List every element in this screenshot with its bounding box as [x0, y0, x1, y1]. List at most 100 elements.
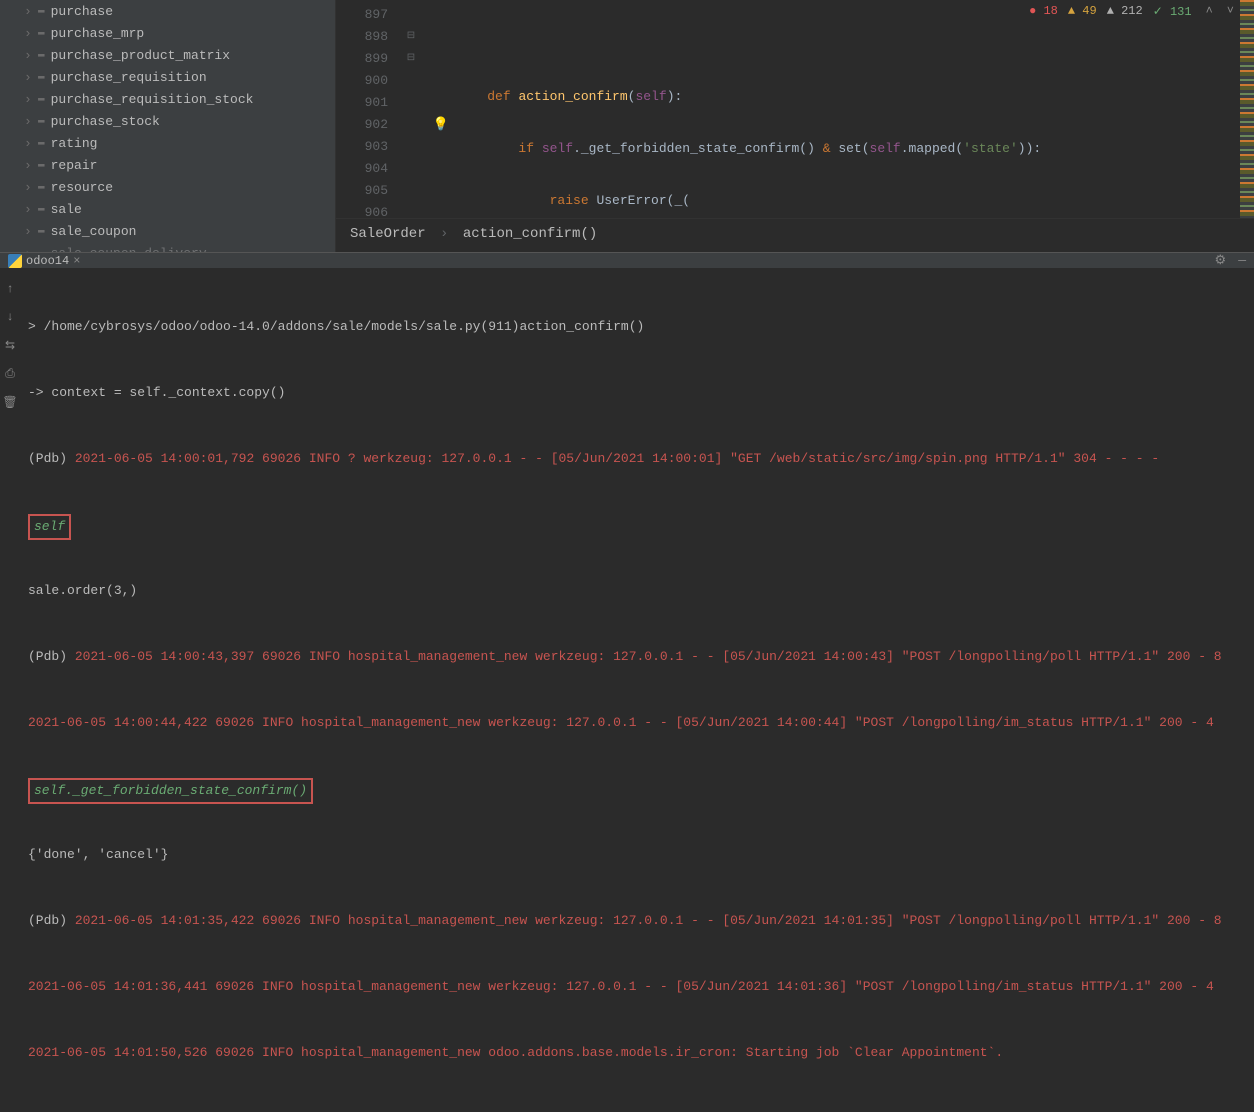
- chevron-right-icon: ›: [24, 246, 36, 253]
- terminal-panel[interactable]: ↑ ↓ ⇆ ⎙ 🗑 > /home/cybrosys/odoo/odoo-14.…: [0, 268, 1254, 1112]
- tree-item-purchase-mrp[interactable]: ›▬purchase_mrp: [0, 22, 335, 44]
- chevron-right-icon: ›: [24, 4, 36, 19]
- next-highlight-icon[interactable]: ˅: [1227, 4, 1234, 19]
- tree-label: purchase_requisition_stock: [51, 92, 254, 107]
- line-number: 901: [336, 92, 388, 114]
- terminal-line: {'done', 'cancel'}: [28, 844, 1246, 866]
- error-count[interactable]: ● 18: [1029, 4, 1058, 19]
- terminal-line: sale.order(3,): [28, 580, 1246, 602]
- tree-label: rating: [51, 136, 98, 151]
- terminal-line: 2021-06-05 14:00:44,422 69026 INFO hospi…: [28, 712, 1246, 734]
- terminal-tab-label: odoo14: [26, 254, 69, 268]
- tree-item-repair[interactable]: ›▬ repair: [0, 154, 335, 176]
- chevron-right-icon: ›: [24, 202, 36, 217]
- tree-item-purchase-requisition-stock[interactable]: ›▬ purchase_requisition_stock: [0, 88, 335, 110]
- terminal-line: 2021-06-05 14:01:36,441 69026 INFO hospi…: [28, 976, 1246, 998]
- tree-label: purchase_product_matrix: [51, 48, 230, 63]
- terminal-tab-bar[interactable]: odoo14 × ⚙ —: [0, 252, 1254, 268]
- line-number: 905: [336, 180, 388, 202]
- terminal-line: -> context = self._context.copy(): [28, 382, 1246, 404]
- chevron-right-icon: ›: [24, 158, 36, 173]
- folder-icon: ▬: [38, 49, 45, 61]
- tree-label: sale_coupon: [51, 224, 137, 239]
- tree-item-sale[interactable]: ›▬ sale: [0, 198, 335, 220]
- fold-column[interactable]: ⊟ ⊟: [396, 4, 426, 218]
- terminal-tab-odoo14[interactable]: odoo14 ×: [8, 254, 80, 268]
- print-icon[interactable]: ⎙: [5, 367, 15, 381]
- tree-label: purchase_stock: [51, 114, 160, 129]
- tree-label: sale_coupon_delivery: [51, 246, 207, 253]
- chevron-right-icon: ›: [24, 92, 36, 107]
- tree-item-purchase-requisition[interactable]: ›▬purchase_requisition: [0, 66, 335, 88]
- line-number: 903: [336, 136, 388, 158]
- gear-icon[interactable]: ⚙: [1215, 253, 1227, 268]
- line-gutter[interactable]: 897 898 899 900 901 902 903 904 905 906: [336, 4, 396, 218]
- line-number: 898: [336, 26, 388, 48]
- breadcrumb-class[interactable]: SaleOrder: [350, 226, 426, 242]
- typo-count[interactable]: ✓ 131: [1153, 4, 1192, 19]
- folder-icon: ▬: [38, 93, 45, 105]
- terminal-toolbar: ↑ ↓ ⇆ ⎙ 🗑: [0, 268, 20, 1112]
- tree-item-purchase[interactable]: ›▬ purchase: [0, 0, 335, 22]
- tree-label: purchase: [51, 4, 113, 19]
- terminal-output[interactable]: > /home/cybrosys/odoo/odoo-14.0/addons/s…: [20, 268, 1254, 1112]
- tree-item-resource[interactable]: ›▬ resource: [0, 176, 335, 198]
- prev-highlight-icon[interactable]: ˄: [1206, 4, 1213, 19]
- folder-icon: ▬: [38, 159, 45, 171]
- chevron-right-icon: ›: [24, 136, 36, 151]
- step-down-icon[interactable]: ↓: [6, 310, 13, 324]
- close-icon[interactable]: ×: [73, 254, 80, 268]
- code-editor[interactable]: ● 18 ▲ 49 ▲ 212 ✓ 131 ˄ ˅ 897 898 899 90…: [336, 0, 1254, 252]
- chevron-right-icon: ›: [24, 48, 36, 63]
- tree-item-sale-coupon-delivery[interactable]: ›▬ sale_coupon_delivery: [0, 242, 335, 252]
- highlighted-command: self._get_forbidden_state_confirm(): [28, 778, 313, 804]
- warning-count[interactable]: ▲ 49: [1068, 4, 1097, 19]
- hint-column: 💡: [426, 4, 456, 218]
- folder-icon: ▬: [38, 247, 45, 252]
- folder-icon: ▬: [38, 115, 45, 127]
- editor-breadcrumb[interactable]: SaleOrder › action_confirm(): [336, 218, 1254, 248]
- folder-icon: ▬: [38, 203, 45, 215]
- project-sidebar[interactable]: ›▬purchase ›▬purchase_mrp ›▬purchase_pro…: [0, 0, 336, 252]
- terminal-line: > /home/cybrosys/odoo/odoo-14.0/addons/s…: [28, 316, 1246, 338]
- line-number: 899: [336, 48, 388, 70]
- folder-icon: ▬: [38, 225, 45, 237]
- line-number: 902: [336, 114, 388, 136]
- inspection-status-bar[interactable]: ● 18 ▲ 49 ▲ 212 ✓ 131 ˄ ˅: [1029, 4, 1234, 19]
- terminal-line: 2021-06-05 14:01:50,526 69026 INFO hospi…: [28, 1042, 1246, 1064]
- step-up-icon[interactable]: ↑: [6, 282, 13, 296]
- code-lines[interactable]: def action_confirm(self): if self._get_f…: [456, 4, 1254, 218]
- wrap-icon[interactable]: ⇆: [5, 338, 15, 353]
- python-icon: [8, 254, 22, 268]
- tree-item-purchase-product-matrix[interactable]: ›▬ purchase_product_matrix: [0, 44, 335, 66]
- trash-icon[interactable]: 🗑: [2, 395, 17, 410]
- breadcrumb-method[interactable]: action_confirm(): [463, 226, 597, 242]
- highlighted-command: self: [28, 514, 71, 540]
- folder-icon: ▬: [38, 137, 45, 149]
- chevron-right-icon: ›: [24, 180, 36, 195]
- tree-item-sale-coupon[interactable]: ›▬ sale_coupon: [0, 220, 335, 242]
- minimize-icon[interactable]: —: [1238, 253, 1246, 268]
- tree-item-purchase-stock[interactable]: ›▬ purchase_stock: [0, 110, 335, 132]
- line-number: 900: [336, 70, 388, 92]
- fold-toggle-icon[interactable]: ⊟: [396, 48, 426, 70]
- tree-item-rating[interactable]: ›▬ rating: [0, 132, 335, 154]
- chevron-right-icon: ›: [24, 70, 36, 85]
- chevron-right-icon: ›: [24, 224, 36, 239]
- line-number: 904: [336, 158, 388, 180]
- tree-label: purchase_mrp: [51, 26, 145, 41]
- tree-label: sale: [51, 202, 82, 217]
- terminal-line: 2021-06-05 14:01:50.550 69026 INFO hospi…: [28, 1108, 1246, 1112]
- folder-icon: ▬: [38, 181, 45, 193]
- tree-label: repair: [51, 158, 98, 173]
- weak-warning-count[interactable]: ▲ 212: [1107, 4, 1143, 19]
- chevron-right-icon: ›: [24, 114, 36, 129]
- chevron-right-icon: ›: [24, 26, 36, 41]
- chevron-right-icon: ›: [440, 226, 448, 242]
- fold-toggle-icon[interactable]: ⊟: [396, 26, 426, 48]
- scroll-map[interactable]: [1240, 0, 1254, 218]
- lightbulb-icon[interactable]: 💡: [426, 114, 456, 136]
- folder-icon: ▬: [38, 5, 45, 17]
- line-number: 897: [336, 4, 388, 26]
- tree-label: resource: [51, 180, 113, 195]
